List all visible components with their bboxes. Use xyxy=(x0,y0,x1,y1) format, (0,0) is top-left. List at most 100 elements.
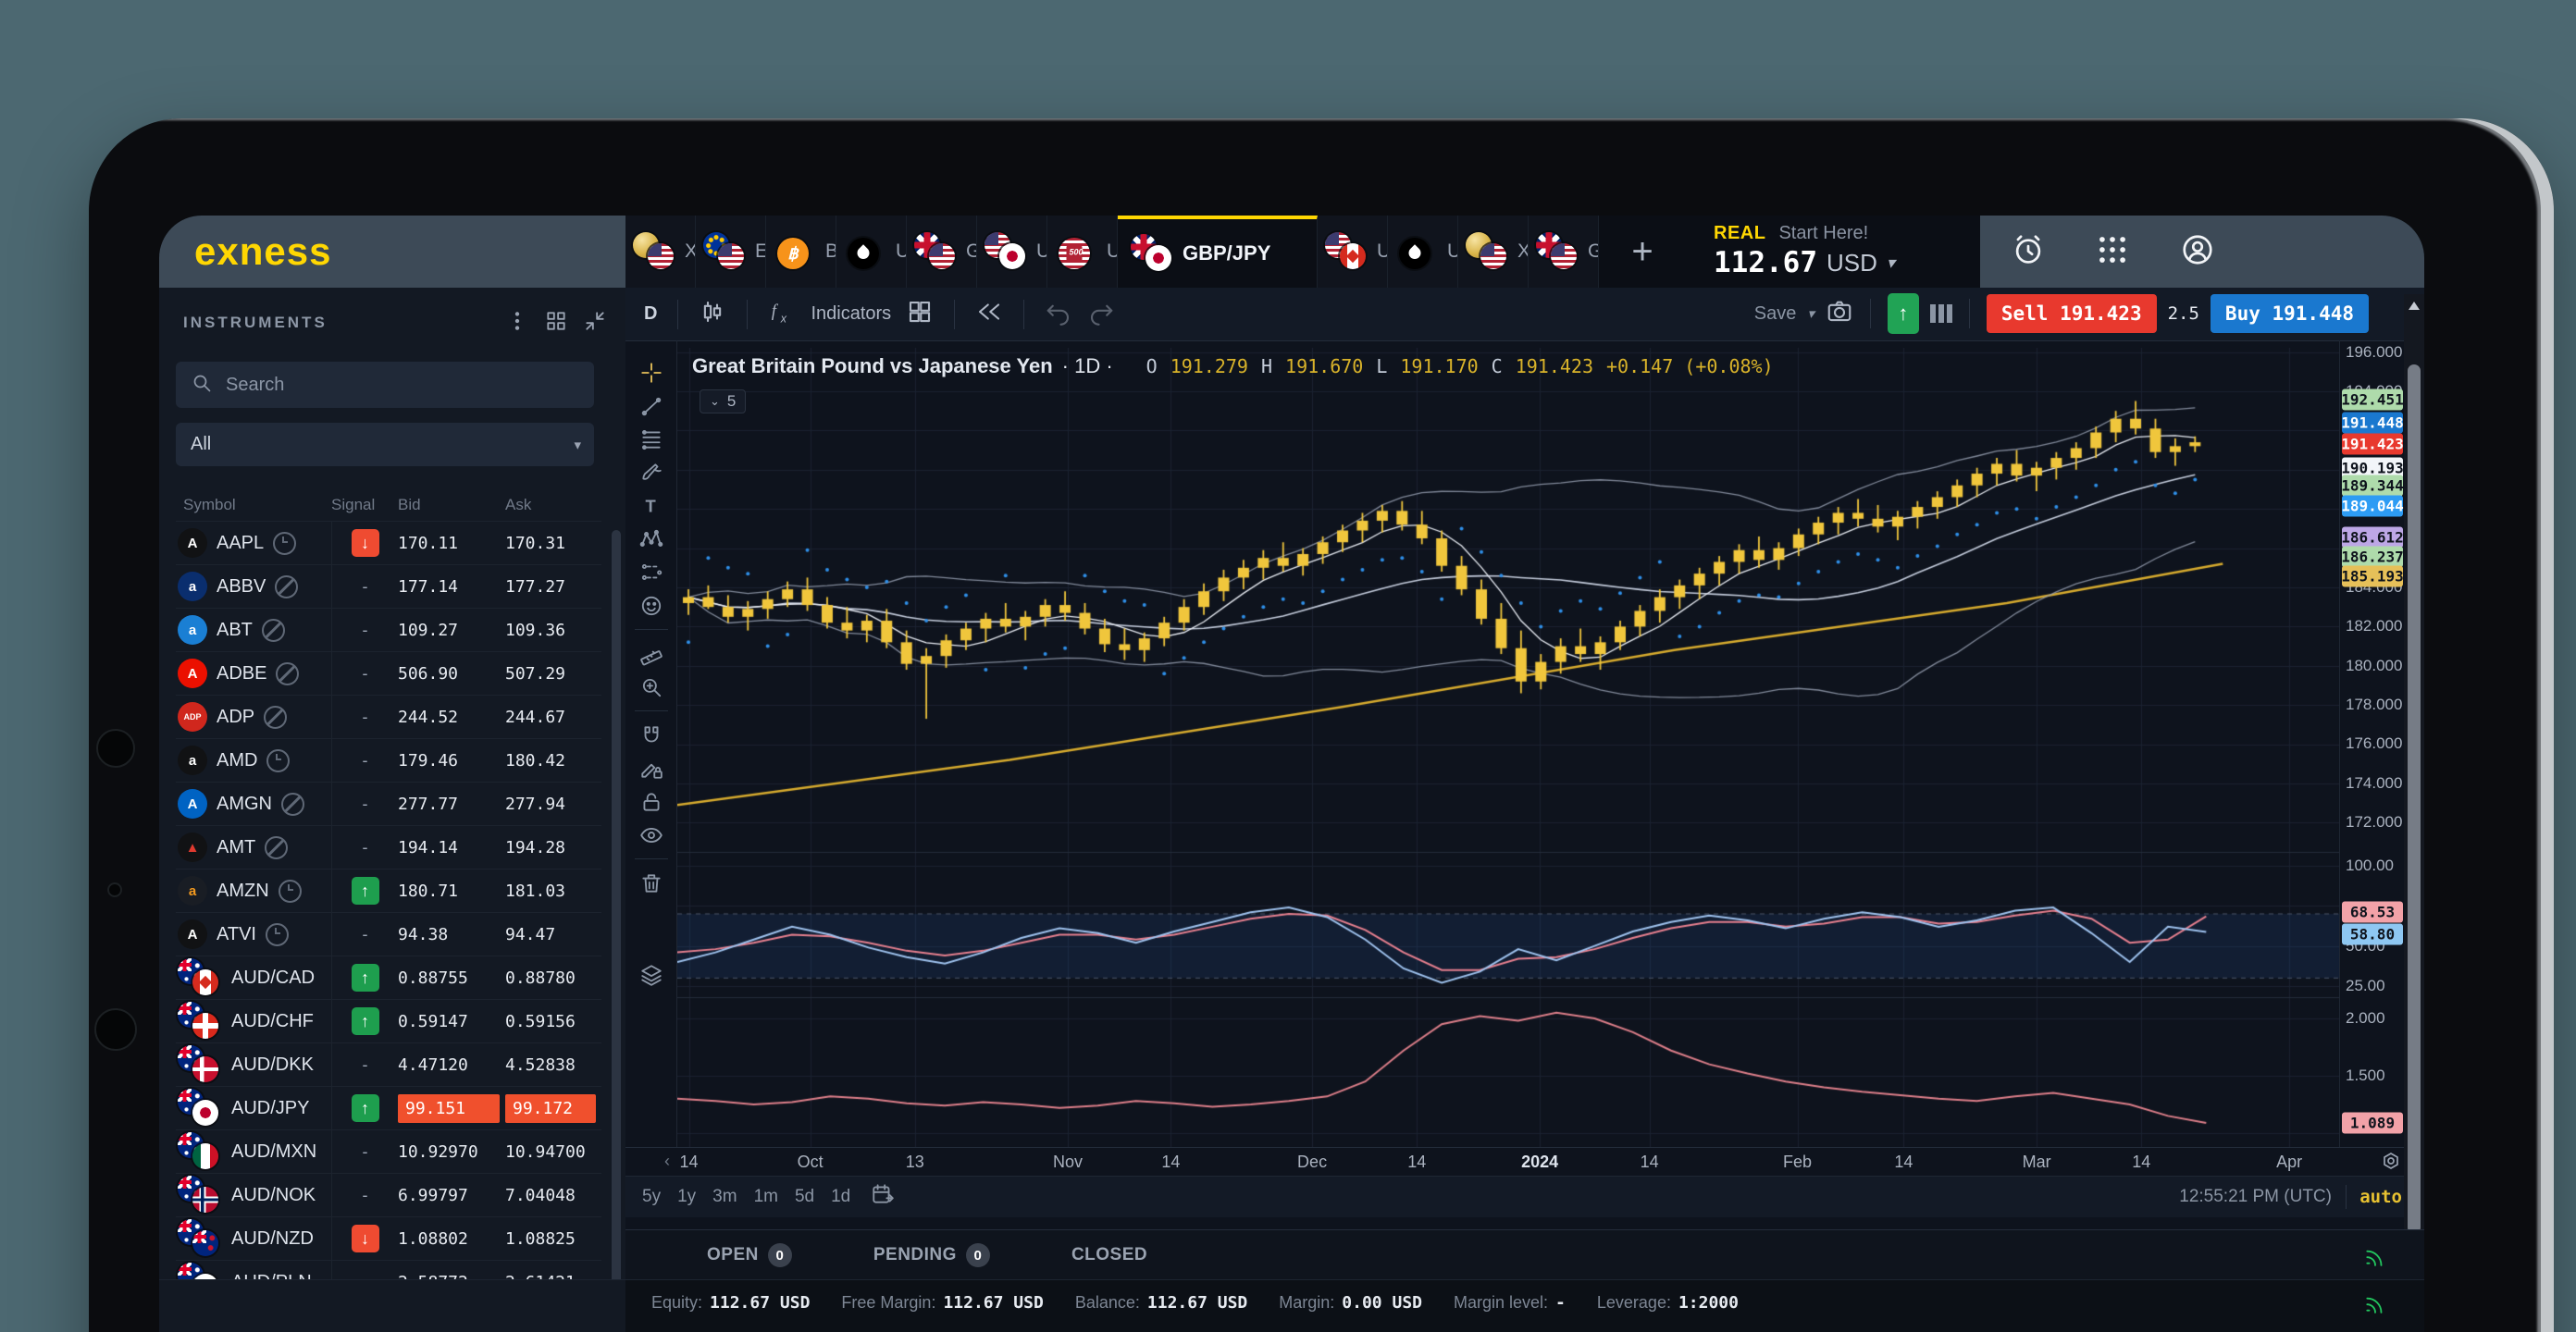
watchlist-row-aud-mxn[interactable]: AUD/MXN-10.9297010.94700 xyxy=(176,1129,601,1173)
tab-b[interactable]: ฿B xyxy=(766,216,836,288)
tab-u[interactable]: U xyxy=(977,216,1047,288)
tab-x[interactable]: X xyxy=(625,216,696,288)
watchlist-row-amzn[interactable]: aAMZN↑180.71181.03 xyxy=(176,869,601,912)
page-scrollbar[interactable] xyxy=(2404,294,2424,1332)
tab-u[interactable]: U xyxy=(1318,216,1388,288)
watchlist-row-amgn[interactable]: AAMGN-277.77277.94 xyxy=(176,782,601,825)
ask-value[interactable]: 7.04048 xyxy=(505,1186,601,1205)
search-input[interactable] xyxy=(224,374,542,397)
ask-value[interactable]: 507.29 xyxy=(505,664,601,684)
tool-forecast-icon[interactable] xyxy=(633,557,670,587)
range-1m[interactable]: 1m xyxy=(754,1187,778,1207)
range-3m[interactable]: 3m xyxy=(712,1187,737,1207)
tool-zoomin-icon[interactable] xyxy=(633,672,670,702)
bid-value[interactable]: 194.14 xyxy=(398,838,505,857)
tool-trend-icon[interactable] xyxy=(633,390,670,421)
scrollbar-thumb[interactable] xyxy=(2408,364,2421,1234)
sidebar-layout-icon[interactable] xyxy=(544,309,568,338)
tool-fib-icon[interactable] xyxy=(633,424,670,454)
time-axis[interactable]: ‹ 14Oct13Nov14Dec14202414Feb14Mar14Apr xyxy=(625,1147,2424,1177)
chart-title[interactable]: Great Britain Pound vs Japanese Yen xyxy=(692,354,1053,378)
bid-value[interactable]: 0.88755 xyxy=(398,968,505,988)
range-5d[interactable]: 5d xyxy=(795,1187,814,1207)
watchlist-row-adbe[interactable]: AADBE-506.90507.29 xyxy=(176,651,601,695)
watchlist-row-atvi[interactable]: AATVI-94.3894.47 xyxy=(176,912,601,956)
tab-u[interactable]: U xyxy=(836,216,907,288)
sidebar-menu-icon[interactable] xyxy=(505,309,529,338)
tab-gbp-jpy[interactable]: GBP/JPY xyxy=(1118,216,1318,288)
camera-icon[interactable] xyxy=(1826,297,1853,330)
quick-trade-button[interactable]: ↑ xyxy=(1888,293,1919,334)
tool-trash-icon[interactable] xyxy=(633,868,670,898)
price-axis[interactable]: 196.000194.000184.000182.000180.000178.0… xyxy=(2339,340,2405,1147)
tool-xabcd-icon[interactable] xyxy=(633,524,670,554)
tool-text-icon[interactable]: T xyxy=(633,490,670,521)
tab-closed[interactable]: CLOSED xyxy=(1071,1245,1147,1265)
auto-scale-toggle[interactable]: auto xyxy=(2359,1187,2402,1207)
add-tab-button[interactable]: + xyxy=(1619,228,1666,275)
tab-e[interactable]: E xyxy=(696,216,766,288)
ask-value[interactable]: 170.31 xyxy=(505,534,601,553)
range-1d[interactable]: 1d xyxy=(831,1187,850,1207)
tool-drawlock-icon[interactable] xyxy=(633,753,670,783)
bid-value[interactable]: 170.11 xyxy=(398,534,505,553)
rewind-icon[interactable] xyxy=(975,298,1003,331)
watchlist-row-aud-cad[interactable]: AUD/CAD↑0.887550.88780 xyxy=(176,956,601,999)
watchlist-row-abbv[interactable]: aABBV-177.14177.27 xyxy=(176,564,601,608)
ask-value[interactable]: 109.36 xyxy=(505,621,601,640)
range-5y[interactable]: 5y xyxy=(642,1187,661,1207)
ask-value[interactable]: 180.42 xyxy=(505,751,601,771)
ask-value[interactable]: 99.172 xyxy=(505,1094,596,1123)
tab-open[interactable]: OPEN 0 xyxy=(707,1243,792,1267)
watchlist-row-amt[interactable]: ▲AMT-194.14194.28 xyxy=(176,825,601,869)
bid-value[interactable]: 506.90 xyxy=(398,664,505,684)
ask-value[interactable]: 94.47 xyxy=(505,925,601,944)
tool-magnet-icon[interactable] xyxy=(633,720,670,750)
sidebar-scrollbar[interactable] xyxy=(612,530,621,1316)
buy-button[interactable]: Buy 191.448 xyxy=(2211,294,2369,333)
watchlist-row-amd[interactable]: aAMD-179.46180.42 xyxy=(176,738,601,782)
bid-value[interactable]: 109.27 xyxy=(398,621,505,640)
timeline-collapse-icon[interactable]: ‹ xyxy=(664,1152,670,1171)
tool-lock-icon[interactable] xyxy=(633,786,670,817)
redo-icon[interactable] xyxy=(1087,298,1115,331)
range-1y[interactable]: 1y xyxy=(677,1187,696,1207)
ask-value[interactable]: 277.94 xyxy=(505,795,601,814)
apps-grid-icon[interactable] xyxy=(2092,231,2133,272)
watchlist-row-aud-nok[interactable]: AUD/NOK-6.997977.04048 xyxy=(176,1173,601,1216)
watchlist-row-aud-dkk[interactable]: AUD/DKK-4.471204.52838 xyxy=(176,1042,601,1086)
bid-value[interactable]: 99.151 xyxy=(398,1094,500,1123)
instrument-filter-select[interactable]: All ▾ xyxy=(176,423,594,466)
bid-value[interactable]: 179.46 xyxy=(398,751,505,771)
bid-value[interactable]: 4.47120 xyxy=(398,1055,505,1075)
axis-settings-gear-icon[interactable] xyxy=(2380,1151,2402,1178)
account-switcher[interactable]: REAL Start Here! 112.67 USD ▾ xyxy=(1714,223,1973,282)
price-chart[interactable] xyxy=(677,348,2339,1147)
ask-value[interactable]: 177.27 xyxy=(505,577,601,597)
tab-g[interactable]: G xyxy=(907,216,977,288)
undo-icon[interactable] xyxy=(1045,298,1072,331)
bid-value[interactable]: 177.14 xyxy=(398,577,505,597)
ask-value[interactable]: 10.94700 xyxy=(505,1142,601,1162)
ask-value[interactable]: 1.08825 xyxy=(505,1229,601,1249)
watchlist-row-aud-nzd[interactable]: AUD/NZD↓1.088021.08825 xyxy=(176,1216,601,1260)
ask-value[interactable]: 194.28 xyxy=(505,838,601,857)
columns-icon[interactable] xyxy=(1930,304,1952,323)
ask-value[interactable]: 181.03 xyxy=(505,882,601,901)
tool-layers-icon[interactable] xyxy=(633,959,670,990)
chevron-down-icon[interactable]: ▾ xyxy=(1807,305,1814,322)
alarm-icon[interactable] xyxy=(2008,231,2049,272)
tool-smiley-icon[interactable] xyxy=(633,590,670,621)
ask-value[interactable]: 244.67 xyxy=(505,708,601,727)
bid-value[interactable]: 244.52 xyxy=(398,708,505,727)
tool-ruler-icon[interactable] xyxy=(633,638,670,669)
tab-pending[interactable]: PENDING 0 xyxy=(873,1243,990,1267)
tool-crosshair-icon[interactable] xyxy=(633,357,670,388)
interval-button[interactable]: D xyxy=(644,303,657,325)
sidebar-collapse-icon[interactable] xyxy=(583,309,607,338)
ask-value[interactable]: 4.52838 xyxy=(505,1055,601,1075)
clock-utc[interactable]: 12:55:21 PM (UTC) xyxy=(2179,1187,2332,1207)
indicators-button[interactable]: Indicators xyxy=(811,303,891,325)
fx-icon[interactable]: fx xyxy=(768,298,796,331)
tool-brush-icon[interactable] xyxy=(633,457,670,487)
